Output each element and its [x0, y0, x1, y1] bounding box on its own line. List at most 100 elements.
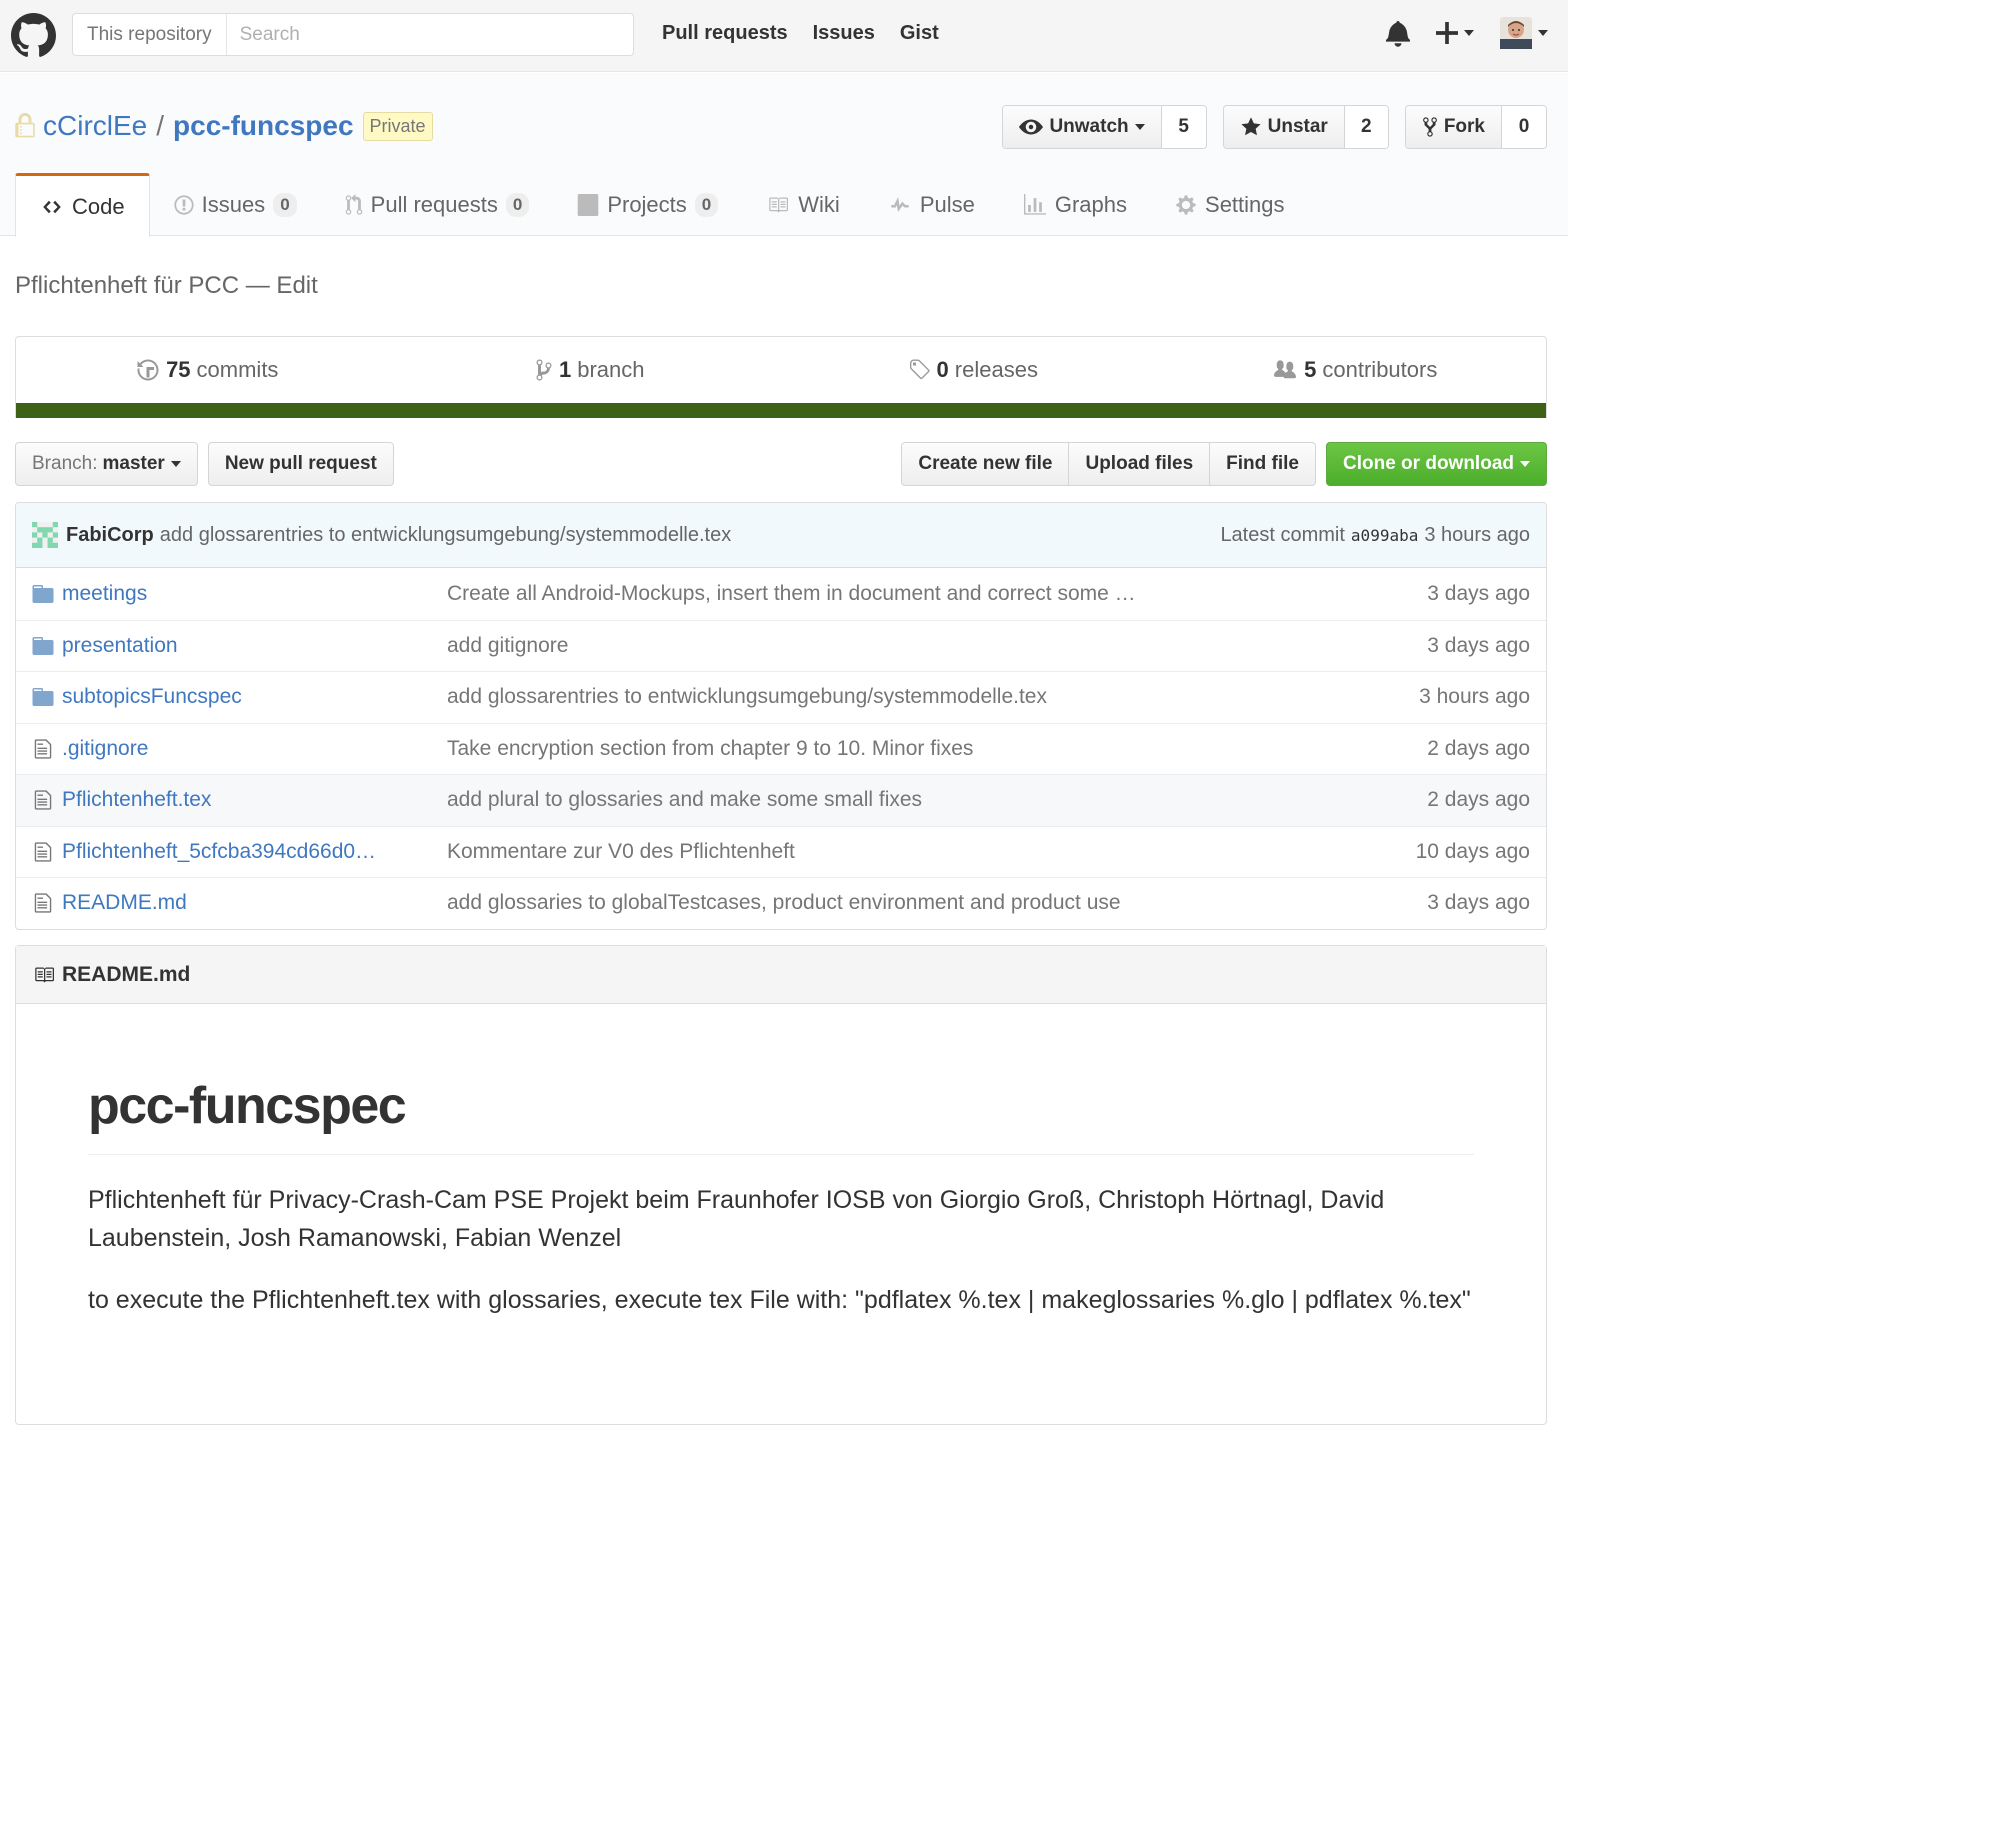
chevron-down-icon — [1134, 124, 1145, 130]
branches-count: 1 — [558, 357, 572, 382]
upload-files-button[interactable]: Upload files — [1068, 442, 1211, 486]
repository-header: cCirclEe / pcc-funcspec Private Unwatch … — [0, 73, 1568, 237]
file-name[interactable]: Pflichtenheft_5cfcba394cd66d0… — [62, 840, 447, 864]
file-commit-message[interactable]: add glossaries to globalTestcases, produ… — [447, 891, 1247, 915]
repo-title: cCirclEe / pcc-funcspec Private — [15, 110, 433, 142]
github-logo-icon[interactable] — [11, 13, 56, 58]
search-scope-label: This repository — [73, 14, 227, 55]
folder-icon — [16, 688, 62, 707]
branch-select-button[interactable]: Branch: master — [15, 442, 198, 486]
search-box: This repository — [72, 13, 634, 56]
eye-icon — [1019, 119, 1044, 135]
user-menu[interactable] — [1500, 17, 1548, 49]
latest-commit-bar: FabiCorp add glossarentries to entwicklu… — [16, 503, 1546, 568]
file-name[interactable]: README.md — [62, 891, 447, 915]
path-separator: / — [156, 110, 165, 141]
commit-sha[interactable]: a099aba — [1351, 526, 1418, 545]
commit-message[interactable]: add glossarentries to entwicklungsumgebu… — [160, 524, 731, 547]
releases-label: releases — [954, 357, 1038, 382]
file-commit-message[interactable]: add glossarentries to entwicklungsumgebu… — [447, 685, 1247, 709]
find-file-button[interactable]: Find file — [1209, 442, 1316, 486]
create-new-file-button[interactable]: Create new file — [901, 442, 1070, 486]
file-age: 3 hours ago — [1419, 685, 1530, 709]
tab-pull-requests[interactable]: Pull requests 0 — [321, 173, 554, 236]
tab-graphs[interactable]: Graphs — [999, 173, 1151, 236]
tab-settings[interactable]: Settings — [1151, 173, 1309, 236]
tab-projects-label: Projects — [607, 191, 687, 217]
file-row: README.md add glossaries to globalTestca… — [16, 877, 1546, 929]
file-row: subtopicsFuncspec add glossarentries to … — [16, 671, 1546, 723]
forks-count[interactable]: 0 — [1502, 106, 1546, 148]
tab-issues[interactable]: Issues 0 — [150, 173, 321, 236]
language-bar[interactable] — [16, 403, 1546, 418]
branches-summary[interactable]: 1 branch — [399, 357, 782, 383]
file-name[interactable]: presentation — [62, 634, 447, 658]
unstar-button[interactable]: Unstar — [1223, 106, 1345, 148]
pull-requests-counter: 0 — [505, 192, 530, 217]
file-name[interactable]: Pflichtenheft.tex — [62, 788, 447, 812]
readme-paragraph: to execute the Pflichtenheft.tex with gl… — [88, 1286, 1471, 1314]
watch-group: Unwatch 5 — [1002, 105, 1207, 149]
star-group: Unstar 2 — [1222, 105, 1389, 149]
chevron-down-icon — [1538, 30, 1548, 36]
nav-gist[interactable]: Gist — [900, 22, 939, 45]
file-name[interactable]: .gitignore — [62, 737, 447, 761]
tab-code[interactable]: Code — [15, 173, 150, 237]
gear-icon — [1176, 194, 1196, 215]
repo-description: Pflichtenheft für PCC — Edit — [15, 272, 318, 299]
file-age: 2 days ago — [1427, 736, 1530, 760]
contributors-summary[interactable]: 5 contributors — [1164, 357, 1547, 383]
contributors-label: contributors — [1322, 357, 1438, 382]
create-new-dropdown[interactable] — [1436, 22, 1474, 44]
commits-summary[interactable]: 75 commits — [16, 357, 399, 383]
branch-label: Branch: — [32, 453, 98, 474]
clone-or-download-button[interactable]: Clone or download — [1326, 442, 1547, 486]
stargazers-count[interactable]: 2 — [1344, 106, 1388, 148]
readme-filename[interactable]: README.md — [62, 963, 190, 987]
tab-pulse-label: Pulse — [919, 191, 975, 217]
commit-author[interactable]: FabiCorp — [66, 524, 154, 547]
fork-icon — [1422, 117, 1437, 137]
nav-issues[interactable]: Issues — [813, 22, 875, 45]
file-age: 10 days ago — [1415, 839, 1530, 863]
history-icon — [137, 359, 159, 381]
file-row: presentation add gitignore 3 days ago — [16, 619, 1546, 672]
unwatch-button[interactable]: Unwatch — [1003, 106, 1162, 148]
releases-count: 0 — [936, 357, 949, 382]
search-input[interactable] — [226, 23, 633, 46]
file-commit-message[interactable]: add gitignore — [447, 634, 1247, 658]
file-wrap: FabiCorp add glossarentries to entwicklu… — [15, 502, 1547, 930]
tab-wiki[interactable]: Wiki — [742, 173, 864, 236]
fork-button[interactable]: Fork — [1405, 106, 1502, 148]
releases-summary[interactable]: 0 releases — [781, 357, 1164, 383]
latest-commit-label: Latest commit — [1220, 523, 1345, 546]
file-name[interactable]: meetings — [62, 582, 447, 606]
header-actions — [1386, 17, 1548, 49]
tab-projects[interactable]: Projects 0 — [553, 173, 742, 236]
readme-header: README.md — [16, 946, 1546, 1004]
file-name[interactable]: subtopicsFuncspec — [62, 685, 447, 709]
file-commit-message[interactable]: add plural to glossaries and make some s… — [447, 788, 1247, 812]
repo-owner-link[interactable]: cCirclEe — [43, 110, 147, 142]
plus-icon — [1436, 22, 1458, 44]
book-icon — [35, 967, 54, 982]
watchers-count[interactable]: 5 — [1161, 106, 1206, 148]
readme-paragraph: Pflichtenheft für Privacy-Crash-Cam PSE … — [88, 1186, 1385, 1252]
new-pull-request-button[interactable]: New pull request — [207, 442, 394, 486]
bell-icon[interactable] — [1386, 19, 1410, 47]
nav-pull-requests[interactable]: Pull requests — [662, 22, 788, 45]
file-commit-message[interactable]: Create all Android-Mockups, insert them … — [447, 582, 1247, 606]
unwatch-label: Unwatch — [1049, 116, 1129, 137]
repo-name-link[interactable]: pcc-funcspec — [173, 110, 354, 142]
file-commit-message[interactable]: Kommentare zur V0 des Pflichtenheft — [447, 840, 1247, 864]
tab-pulse[interactable]: Pulse — [864, 173, 999, 236]
clone-label: Clone or download — [1343, 453, 1514, 474]
contributors-count: 5 — [1304, 357, 1317, 382]
readme-box: README.md pcc-funcspec Pflichtenheft für… — [15, 945, 1547, 1425]
file-text-icon — [16, 841, 62, 863]
project-icon — [578, 193, 599, 216]
unstar-label: Unstar — [1267, 116, 1328, 137]
private-badge: Private — [362, 111, 433, 141]
file-commit-message[interactable]: Take encryption section from chapter 9 t… — [447, 737, 1247, 761]
commits-label: commits — [196, 357, 279, 382]
